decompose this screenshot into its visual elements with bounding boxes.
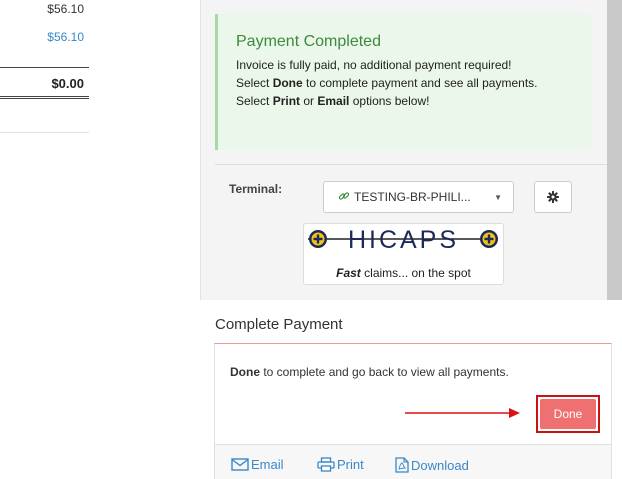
alert-line-paid: Invoice is fully paid, no additional pay… — [236, 58, 512, 72]
alert-text: to complete payment and see all payments… — [302, 76, 538, 90]
tagline-text: claims... on the spot — [360, 266, 471, 280]
scrollbar[interactable] — [607, 0, 622, 300]
email-label: Email — [251, 457, 284, 472]
terminal-selected-value: TESTING-BR-PHILI... — [354, 190, 471, 204]
hicaps-logo: HICAPS Fast claims... on the spot — [303, 223, 504, 285]
alert-line-options: Select Print or Email options below! — [236, 92, 551, 110]
instruction-text: to complete and go back to view all paym… — [260, 365, 509, 379]
hicaps-tagline: Fast claims... on the spot — [304, 266, 503, 280]
instruction-bold: Done — [230, 365, 260, 379]
hicaps-wordmark: HICAPS — [308, 226, 498, 254]
alert-bold-email: Email — [317, 94, 350, 108]
payment-actions-footer: Email Print Download — [215, 444, 611, 479]
chevron-down-icon: ▼ — [494, 193, 502, 202]
alert-title: Payment Completed — [236, 33, 381, 50]
complete-payment-heading: Complete Payment — [215, 316, 343, 333]
balance-amount: $0.00 — [51, 76, 84, 91]
paid-amount: $56.10 — [47, 30, 84, 44]
gear-icon — [547, 191, 559, 203]
complete-instruction: Done to complete and go back to view all… — [230, 365, 509, 379]
invoice-summary: $56.10 $56.10 $0.00 — [0, 0, 89, 479]
tagline-bold: Fast — [336, 266, 361, 280]
terminal-label: Terminal: — [229, 182, 283, 196]
print-link[interactable]: Print — [317, 457, 364, 472]
alert-bold-print: Print — [272, 94, 301, 108]
divider — [0, 67, 89, 68]
alert-text: Select — [236, 76, 273, 90]
section-divider — [215, 164, 607, 165]
alert-text: options below! — [349, 94, 430, 108]
terminal-select[interactable]: TESTING-BR-PHILI... ▼ — [323, 181, 514, 213]
divider — [0, 132, 89, 133]
alert-bold-done: Done — [272, 76, 303, 90]
payment-completed-alert: Payment Completed Invoice is fully paid,… — [215, 14, 591, 150]
envelope-icon — [231, 458, 249, 471]
link-icon — [338, 190, 350, 205]
print-label: Print — [337, 457, 364, 472]
pdf-file-icon — [395, 457, 409, 473]
done-button[interactable]: Done — [540, 399, 596, 429]
total-double-rule — [0, 96, 89, 99]
alert-text: or — [300, 94, 318, 108]
alert-text: Select — [236, 94, 273, 108]
terminal-settings-button[interactable] — [534, 181, 572, 213]
payment-amount: $56.10 — [47, 2, 84, 16]
hicaps-logo-text: HICAPS — [348, 226, 459, 254]
email-link[interactable]: Email — [231, 457, 284, 472]
download-label: Download — [411, 457, 469, 473]
print-icon — [317, 457, 335, 472]
done-highlight-box: Done — [536, 395, 600, 433]
alert-line-done: Select Done to complete payment and see … — [236, 74, 551, 92]
download-link[interactable]: Download — [395, 457, 469, 473]
arrow-annotation — [405, 408, 520, 418]
